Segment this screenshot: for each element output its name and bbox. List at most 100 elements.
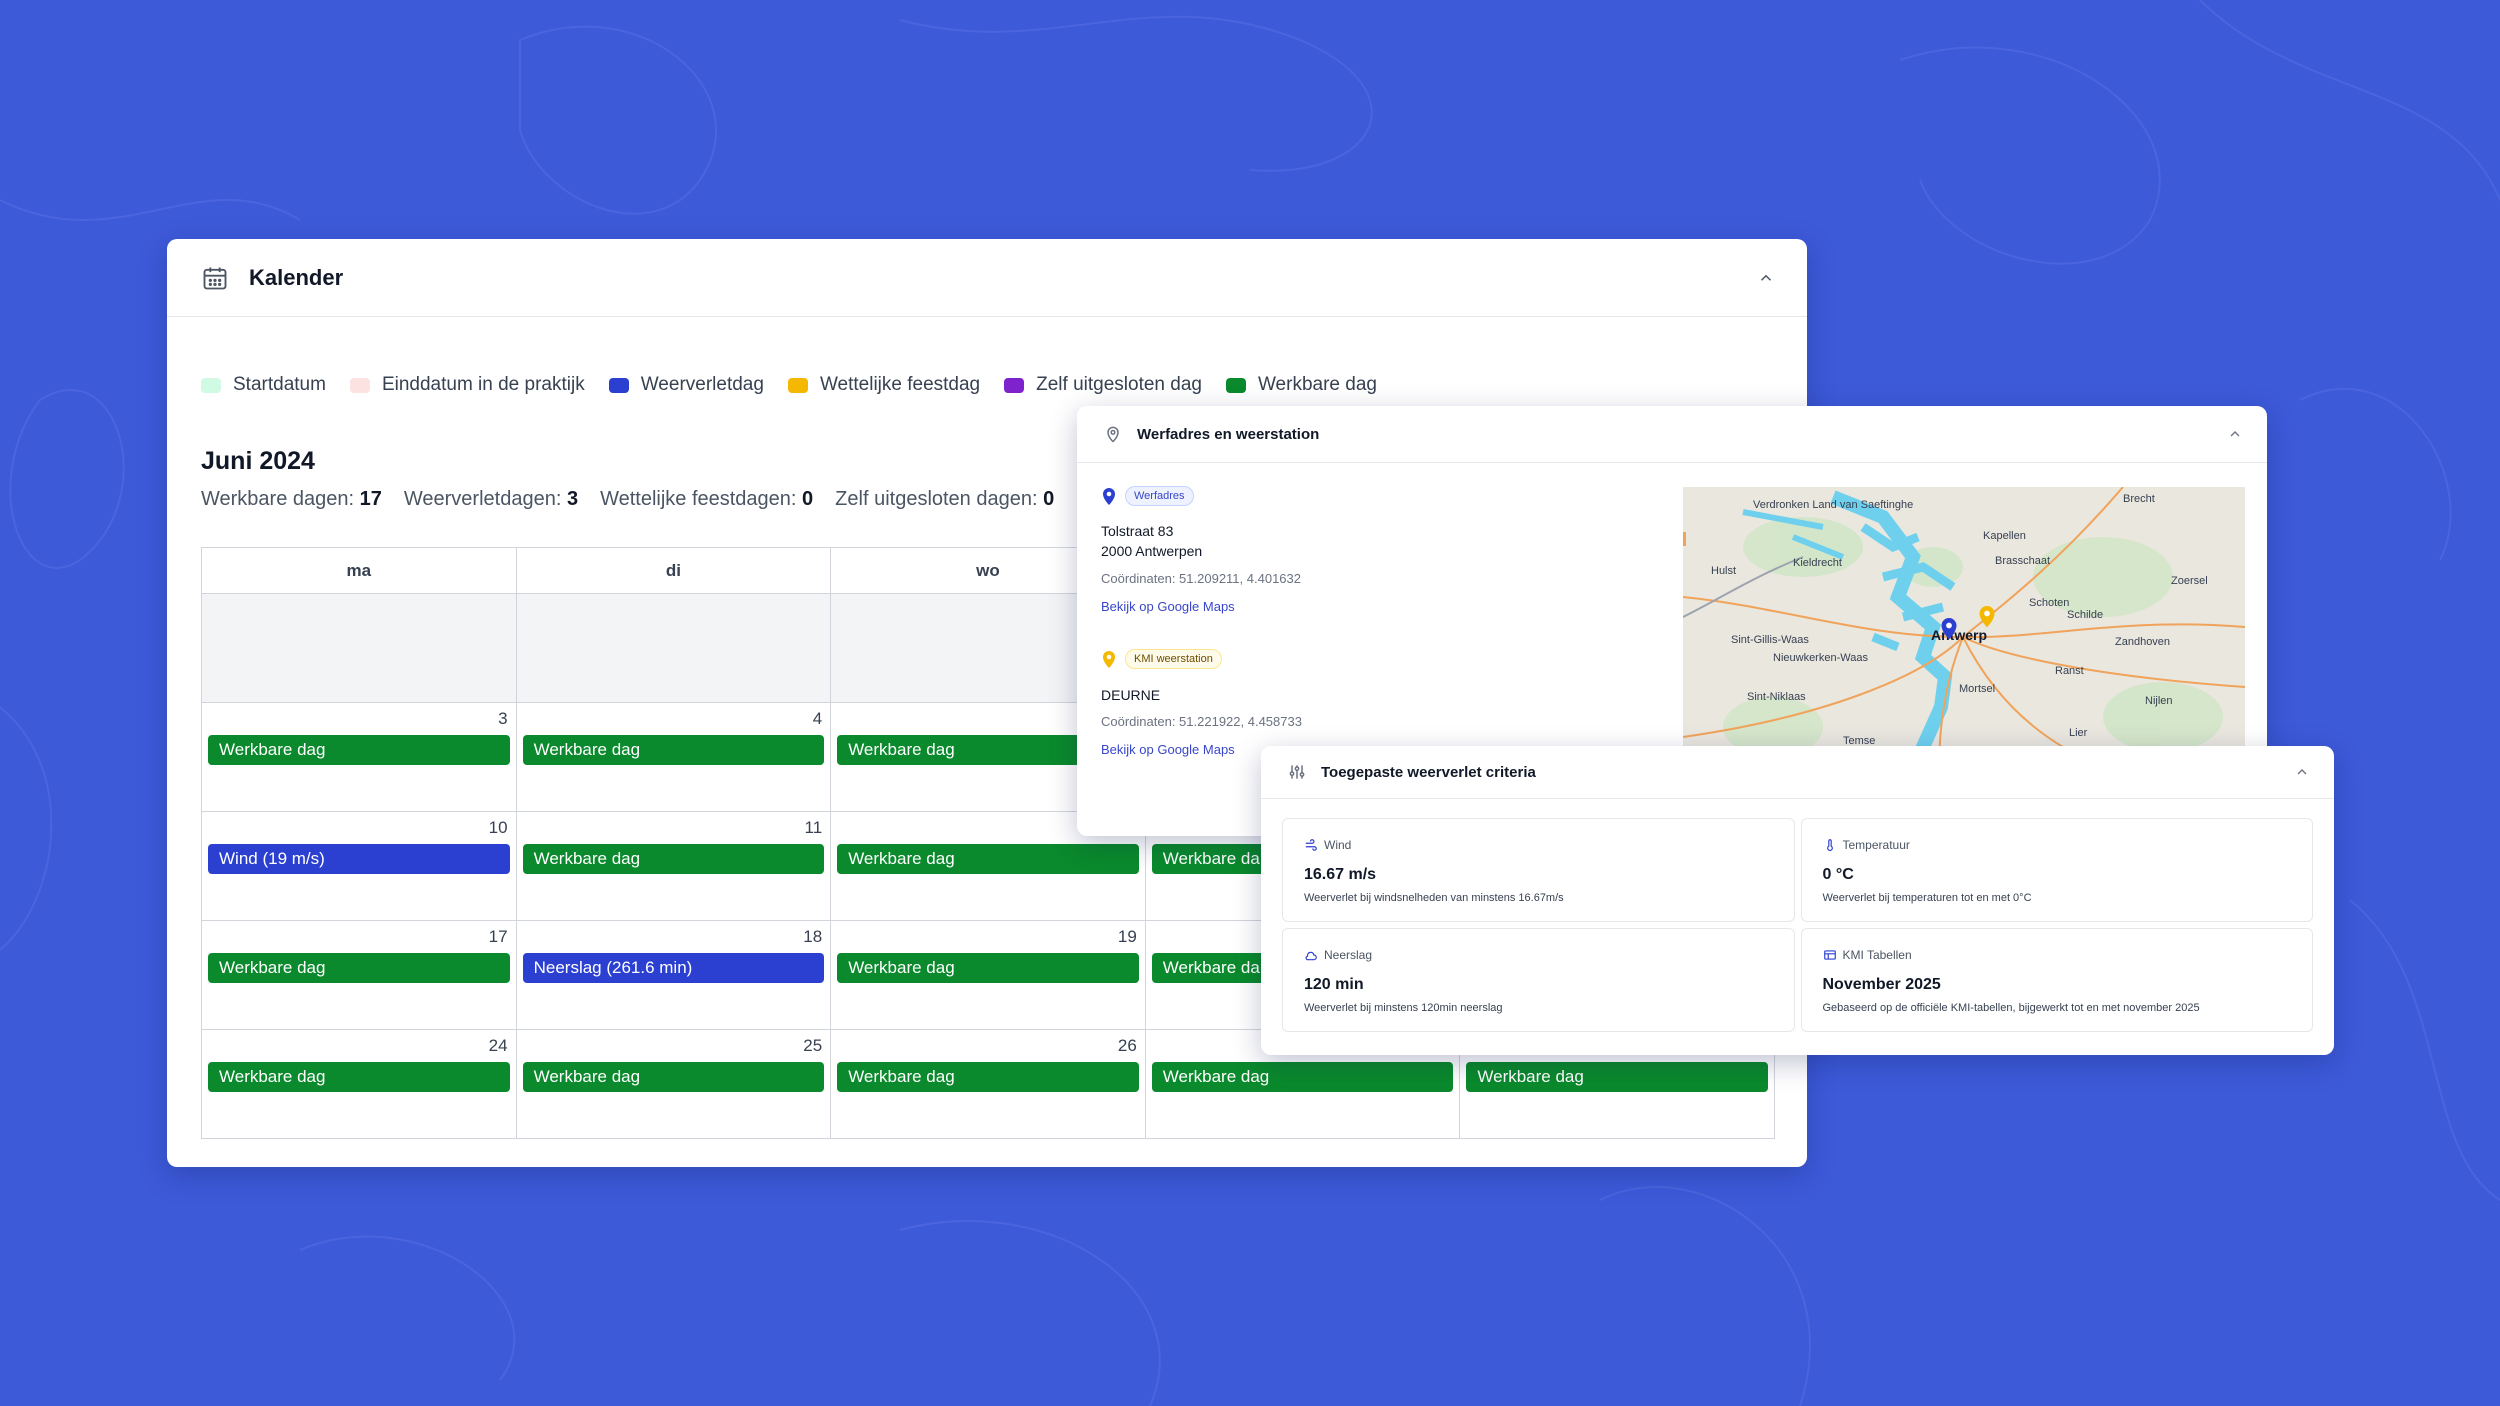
workable-day-event[interactable]: Werkbare dag xyxy=(837,953,1139,983)
werfadres-badge: Werfadres xyxy=(1125,486,1194,506)
map-label: Schoten xyxy=(2029,597,2070,609)
criteria-precipitation: Neerslag 120 min Weerverlet bij minstens… xyxy=(1282,928,1795,1032)
stat-label: Wettelijke feestdagen: xyxy=(600,488,797,510)
criteria-description: Weerverlet bij minstens 120min neerslag xyxy=(1304,1002,1503,1014)
stat-value: 0 xyxy=(1043,488,1055,510)
sliders-icon xyxy=(1289,765,1305,779)
legend-item: Einddatum in de praktijk xyxy=(349,374,585,396)
criteria-description: Gebaseerd op de officiële KMI-tabellen, … xyxy=(1822,1002,2200,1014)
site-card-title: Werfadres en weerstation xyxy=(1137,425,1320,443)
map-label: Nijlen xyxy=(2145,695,2173,707)
workable-day-event[interactable]: Werkbare dag xyxy=(837,1062,1139,1092)
workable-day-event[interactable]: Werkbare dag xyxy=(208,953,510,983)
legend-label: Zelf uitgesloten dag xyxy=(1036,374,1202,395)
map-label: Zoersel xyxy=(2171,575,2208,587)
station-map-marker-icon xyxy=(1979,606,1995,628)
legend-item: Weerverletdag xyxy=(608,374,764,396)
map-label: Mortsel xyxy=(1959,683,1996,695)
werfadres-row: Werfadres xyxy=(1101,486,1194,506)
day-cell[interactable]: 3 Werkbare dag xyxy=(202,703,517,811)
criteria-card-title: Toegepaste weerverlet criteria xyxy=(1321,763,1536,781)
weekday-header: di xyxy=(517,548,832,593)
criteria-value: November 2025 xyxy=(1822,976,1941,993)
legend-swatch xyxy=(349,377,370,393)
workable-day-event[interactable]: Werkbare dag xyxy=(208,735,510,765)
stat-item: Werkbare dagen: 17 xyxy=(201,488,382,511)
stat-item: Weerverletdagen: 3 xyxy=(404,488,578,511)
day-cell[interactable]: 26 Werkbare dag xyxy=(831,1030,1146,1138)
map-label: Schilde xyxy=(2067,609,2104,621)
day-number: 18 xyxy=(803,927,823,946)
criteria-description: Weerverlet bij windsnelheden van minsten… xyxy=(1304,892,1564,904)
weather-delay-event[interactable]: Neerslag (261.6 min) xyxy=(522,953,825,983)
criteria-card-header: Toegepaste weerverlet criteria xyxy=(1261,746,2334,799)
day-cell[interactable]: 24 Werkbare dag xyxy=(202,1030,517,1138)
day-cell[interactable]: 10 Wind (19 m/s) xyxy=(202,812,517,920)
legend-swatch xyxy=(608,377,629,393)
day-cell[interactable]: 17 Werkbare dag xyxy=(202,921,517,1029)
criteria-value: 120 min xyxy=(1304,976,1364,993)
werf-street: Tolstraat 83 xyxy=(1101,523,1174,539)
chevron-up-icon[interactable] xyxy=(2294,764,2310,780)
workable-day-event[interactable]: Werkbare dag xyxy=(1151,1062,1454,1092)
day-cell xyxy=(516,594,832,702)
calendar-title: Kalender xyxy=(249,264,344,290)
day-cell[interactable]: 4 Werkbare dag xyxy=(517,703,832,811)
stat-label: Werkbare dagen: xyxy=(201,488,355,510)
weather-delay-event[interactable]: Wind (19 m/s) xyxy=(208,844,510,874)
station-coordinates: Coördinaten: 51.221922, 4.458733 xyxy=(1101,714,1302,729)
chevron-up-icon[interactable] xyxy=(2227,426,2243,442)
calendar-legend: Startdatum Einddatum in de praktijk Weerve… xyxy=(201,374,1401,396)
day-cell xyxy=(202,594,517,702)
werf-city: 2000 Antwerpen xyxy=(1101,543,1203,559)
workable-day-event[interactable]: Werkbare dag xyxy=(208,1062,510,1092)
criteria-label: KMI Tabellen xyxy=(1842,948,1912,962)
day-cell[interactable]: 18 Neerslag (261.6 min) xyxy=(517,921,832,1029)
thermometer-icon xyxy=(1826,839,1833,852)
werf-maps-link[interactable]: Bekijk op Google Maps xyxy=(1101,599,1235,614)
rain-icon xyxy=(1305,951,1317,961)
map-label: Kapellen xyxy=(1983,530,2026,542)
legend-item: Startdatum xyxy=(201,374,326,396)
legend-swatch xyxy=(1225,377,1246,393)
stat-label: Zelf uitgesloten dagen: xyxy=(835,488,1038,510)
criteria-label: Wind xyxy=(1324,838,1352,852)
stat-value: 17 xyxy=(359,488,382,510)
legend-item: Zelf uitgesloten dag xyxy=(1004,374,1202,396)
stat-item: Wettelijke feestdagen: 0 xyxy=(600,488,813,511)
workable-day-event[interactable]: Werkbare dag xyxy=(837,844,1139,874)
criteria-temperature: Temperatuur 0 °C Weerverlet bij temperat… xyxy=(1800,818,2313,922)
day-number: 10 xyxy=(488,818,508,837)
day-number: 17 xyxy=(488,927,508,946)
day-number: 19 xyxy=(1117,927,1137,946)
werf-map-marker-icon xyxy=(1941,618,1957,640)
month-title: Juni 2024 xyxy=(201,447,315,475)
map-label: Nieuwkerken-Waas xyxy=(1773,652,1868,664)
weekday-header: ma xyxy=(202,548,517,593)
chevron-up-icon[interactable] xyxy=(1757,269,1775,287)
workable-day-event[interactable]: Werkbare dag xyxy=(522,1062,825,1092)
yellow-pin-icon xyxy=(1103,651,1115,668)
table-icon xyxy=(1823,950,1836,960)
map-label: Sint-Niklaas xyxy=(1747,691,1806,703)
map-label: Sint-Gillis-Waas xyxy=(1731,634,1809,646)
map-label: Ranst xyxy=(2055,665,2084,677)
day-cell[interactable]: 25 Werkbare dag xyxy=(517,1030,832,1138)
stat-label: Weerverletdagen: xyxy=(403,488,562,510)
legend-label: Startdatum xyxy=(233,374,326,395)
station-row: KMI weerstation xyxy=(1101,649,1222,669)
criteria-description: Weerverlet bij temperaturen tot en met 0… xyxy=(1822,892,2032,904)
station-maps-link[interactable]: Bekijk op Google Maps xyxy=(1101,742,1235,757)
legend-item: Wettelijke feestdag xyxy=(787,374,980,396)
day-number: 24 xyxy=(488,1036,508,1055)
criteria-value: 16.67 m/s xyxy=(1304,866,1377,883)
workable-day-event[interactable]: Werkbare dag xyxy=(522,844,825,874)
workable-day-event[interactable]: Werkbare dag xyxy=(522,735,825,765)
criteria-label: Neerslag xyxy=(1324,948,1373,962)
legend-item: Werkbare dag xyxy=(1225,374,1377,396)
day-cell[interactable]: 19 Werkbare dag xyxy=(831,921,1146,1029)
day-number: 4 xyxy=(812,709,823,728)
day-cell[interactable]: 11 Werkbare dag xyxy=(517,812,832,920)
stat-value: 3 xyxy=(566,488,579,510)
workable-day-event[interactable]: Werkbare dag xyxy=(1466,1062,1768,1092)
